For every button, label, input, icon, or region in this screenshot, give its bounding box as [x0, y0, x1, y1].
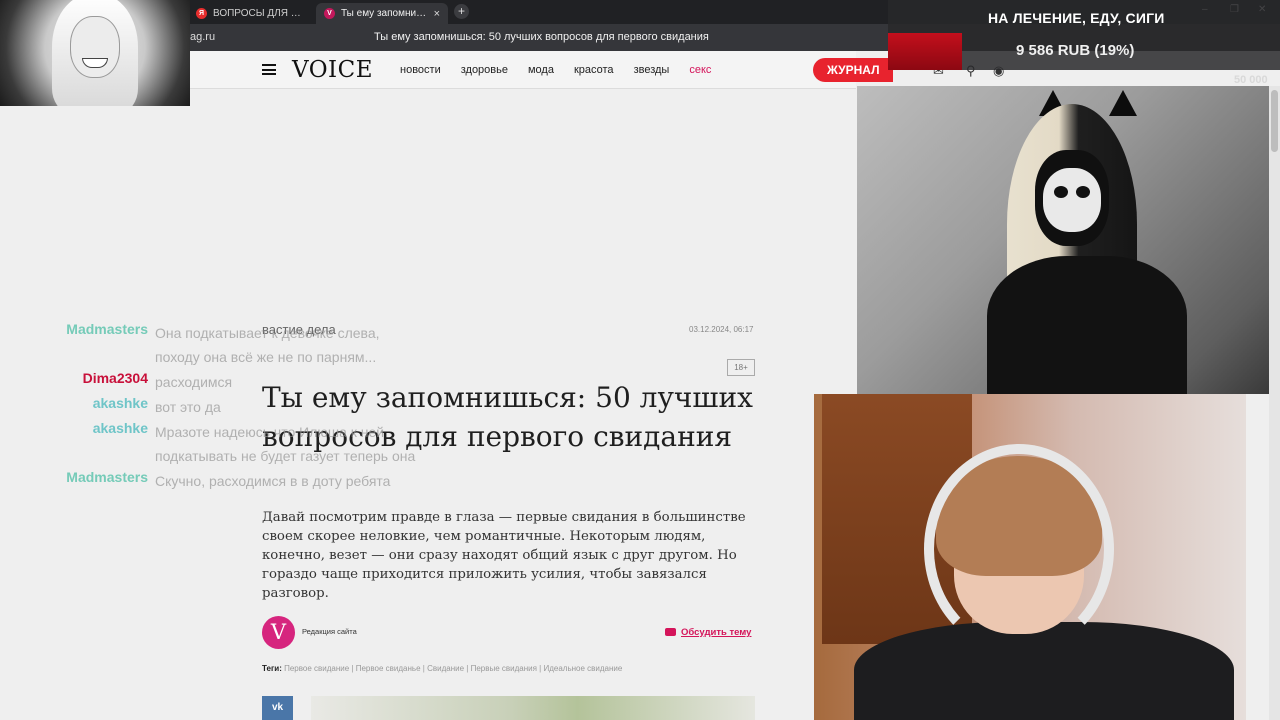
chat-text: Скучно, расходимся в в доту ребята: [155, 473, 391, 489]
article-tags: Теги: Первое свидание | Первое свиданье …: [262, 664, 623, 673]
new-tab-button[interactable]: +: [454, 4, 469, 19]
skull-print: [1043, 168, 1101, 232]
nav-item-sex[interactable]: секс: [689, 64, 711, 76]
skull-eye-left: [1054, 186, 1068, 198]
tag-link[interactable]: Свидание: [427, 664, 464, 673]
chat-message: Madmasters Скучно, расходимся в в доту р…: [48, 469, 428, 493]
chat-nick: akashke: [92, 395, 148, 411]
tag-link[interactable]: Идеальное свидание: [543, 664, 622, 673]
chat-text: вот это да: [155, 399, 221, 415]
voice-favicon-icon: V: [324, 8, 335, 19]
nav-item-news[interactable]: новости: [400, 64, 441, 76]
skull-eye-right: [1076, 186, 1090, 198]
nav-item-beauty[interactable]: красота: [574, 64, 614, 76]
chat-message: Madmasters Она подкатывает к девочке сле…: [48, 321, 428, 369]
browser-tab-dating-questions[interactable]: Я ВОПРОСЫ ДЛЯ СВИДАНИЯ: [188, 3, 314, 24]
webcam-bottom: [814, 394, 1246, 720]
chat-nick: akashke: [92, 420, 148, 436]
discuss-link[interactable]: Обсудить тему: [665, 627, 751, 638]
scrollbar-thumb[interactable]: [1271, 90, 1278, 152]
chat-text: расходимся: [155, 374, 233, 390]
discuss-label: Обсудить тему: [681, 627, 752, 638]
chat-text: Она подкатывает к девочке слева, походу …: [155, 325, 380, 365]
yandex-favicon-icon: Я: [196, 8, 207, 19]
webcam-body: [987, 256, 1187, 394]
chat-message: Dima2304 расходимся: [48, 370, 428, 394]
site-logo[interactable]: VOICE: [292, 57, 373, 83]
nav-item-health[interactable]: здоровье: [461, 64, 508, 76]
site-header: VOICE новости здоровье мода красота звез…: [190, 51, 1004, 89]
menu-icon[interactable]: [262, 64, 276, 75]
donation-progress-bar: [888, 33, 962, 70]
share-vk-button[interactable]: vk: [262, 696, 293, 720]
chat-nick: Madmasters: [66, 469, 148, 485]
tab-label: Ты ему запомнишься:: [341, 8, 429, 19]
age-rating-badge: 18+: [727, 359, 755, 376]
donation-goal: 50 000: [1234, 74, 1268, 86]
chat-text: Мразоте надеюсь что Илюша к ней подкатыв…: [155, 424, 416, 464]
url-field[interactable]: ag.ru: [190, 31, 215, 43]
cat-ear-right: [1109, 90, 1137, 116]
nav-item-fashion[interactable]: мода: [528, 64, 554, 76]
tab-label: ВОПРОСЫ ДЛЯ СВИДАНИЯ: [213, 8, 306, 19]
nav-item-stars[interactable]: звезды: [634, 64, 670, 76]
article-image: [311, 696, 755, 720]
chat-message: akashke вот это да: [48, 395, 428, 419]
stream-chat: Madmasters Она подкатывает к девочке сле…: [48, 321, 428, 494]
chat-nick: Dima2304: [82, 370, 148, 386]
article-lead: Давай посмотрим правде в глаза — первые …: [262, 510, 746, 601]
main-nav: новости здоровье мода красота звезды сек…: [400, 64, 711, 76]
page-heading: Ты ему запомнишься: 50 лучших вопросов д…: [374, 31, 709, 43]
chat-message: akashke Мразоте надеюсь что Илюша к ней …: [48, 420, 428, 468]
author-name[interactable]: Редакция сайта: [302, 627, 357, 636]
tag-link[interactable]: Первое свидание: [284, 664, 349, 673]
donation-title: НА ЛЕЧЕНИЕ, ЕДУ, СИГИ: [988, 10, 1165, 26]
author-avatar[interactable]: V: [262, 616, 295, 649]
donation-amount: 9 586 RUB (19%): [1016, 42, 1135, 59]
page-scrollbar[interactable]: [1269, 86, 1280, 720]
headset-icon: [924, 444, 1114, 654]
tag-link[interactable]: Первое свиданье: [356, 664, 421, 673]
comment-icon: [665, 628, 676, 636]
close-tab-icon[interactable]: ×: [434, 8, 440, 20]
tags-label: Теги:: [262, 664, 282, 673]
chat-nick: Madmasters: [66, 321, 148, 337]
vtuber-avatar: [0, 0, 190, 106]
avatar-face: [70, 16, 120, 78]
browser-tab-voice-article[interactable]: V Ты ему запомнишься: ×: [316, 3, 448, 24]
article-date: 03.12.2024, 06:17: [689, 325, 754, 334]
journal-button[interactable]: ЖУРНАЛ: [813, 58, 893, 82]
tag-link[interactable]: Первые свидания: [471, 664, 537, 673]
webcam-top: [857, 86, 1269, 394]
